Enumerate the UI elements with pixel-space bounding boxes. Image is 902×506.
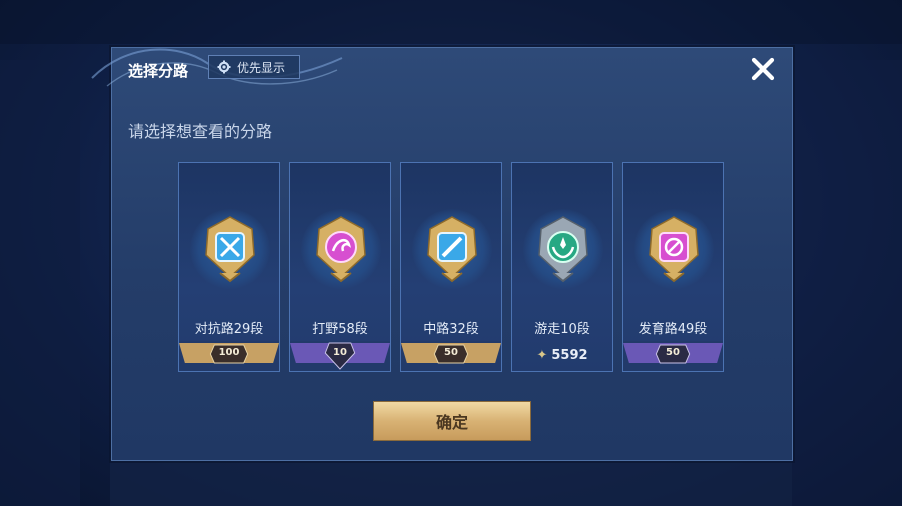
- lane-card-mid[interactable]: 中路32段 50: [400, 162, 502, 372]
- jungle-dragon-icon: [316, 216, 366, 283]
- background-bottom-bar: [110, 458, 792, 506]
- lane-name: 对抗路29段: [194, 322, 264, 337]
- roam-icon: [538, 216, 588, 283]
- farm-lane-icon: [649, 216, 699, 283]
- lane-card-list: 对抗路29段 100 打野58段 10 中路32段 50 游走10段 ✦ 559…: [178, 162, 724, 372]
- rank-badge: 10: [333, 347, 347, 358]
- points-value: 5592: [551, 348, 588, 363]
- rank-badge: 100: [218, 347, 240, 358]
- mid-lane-icon: [427, 216, 477, 283]
- lane-card-clash[interactable]: 对抗路29段 100: [178, 162, 280, 372]
- wing-star-icon: ✦: [536, 348, 548, 363]
- lane-card-jungle[interactable]: 打野58段 10: [289, 162, 391, 372]
- clash-lane-icon: [205, 216, 255, 283]
- background-top-bar: [0, 0, 902, 44]
- lane-name: 打野58段: [312, 322, 368, 337]
- background-right-panel: [792, 60, 902, 506]
- priority-display-button[interactable]: 优先显示: [208, 55, 300, 79]
- gear-icon: [217, 60, 231, 74]
- roam-points: ✦ 5592: [512, 348, 612, 363]
- lane-card-farm[interactable]: 发育路49段 50: [622, 162, 724, 372]
- rank-badge: 50: [666, 347, 680, 358]
- dialog-title: 选择分路: [128, 62, 189, 80]
- lane-name: 游走10段: [534, 322, 590, 337]
- lane-name: 发育路49段: [638, 322, 708, 337]
- close-icon: [751, 57, 775, 81]
- lane-name: 中路32段: [423, 322, 479, 337]
- close-button[interactable]: [748, 54, 778, 84]
- priority-display-label: 优先显示: [237, 60, 286, 75]
- confirm-button[interactable]: 确定: [373, 401, 531, 441]
- rank-badge: 50: [444, 347, 458, 358]
- lane-card-roam[interactable]: 游走10段 ✦ 5592: [511, 162, 613, 372]
- lane-select-dialog: 选择分路 优先显示 请选择想查看的分路 对抗路29段 100 打野58段 10 …: [91, 47, 793, 461]
- background-left-nav: [0, 60, 80, 506]
- selection-prompt: 请选择想查看的分路: [128, 122, 273, 141]
